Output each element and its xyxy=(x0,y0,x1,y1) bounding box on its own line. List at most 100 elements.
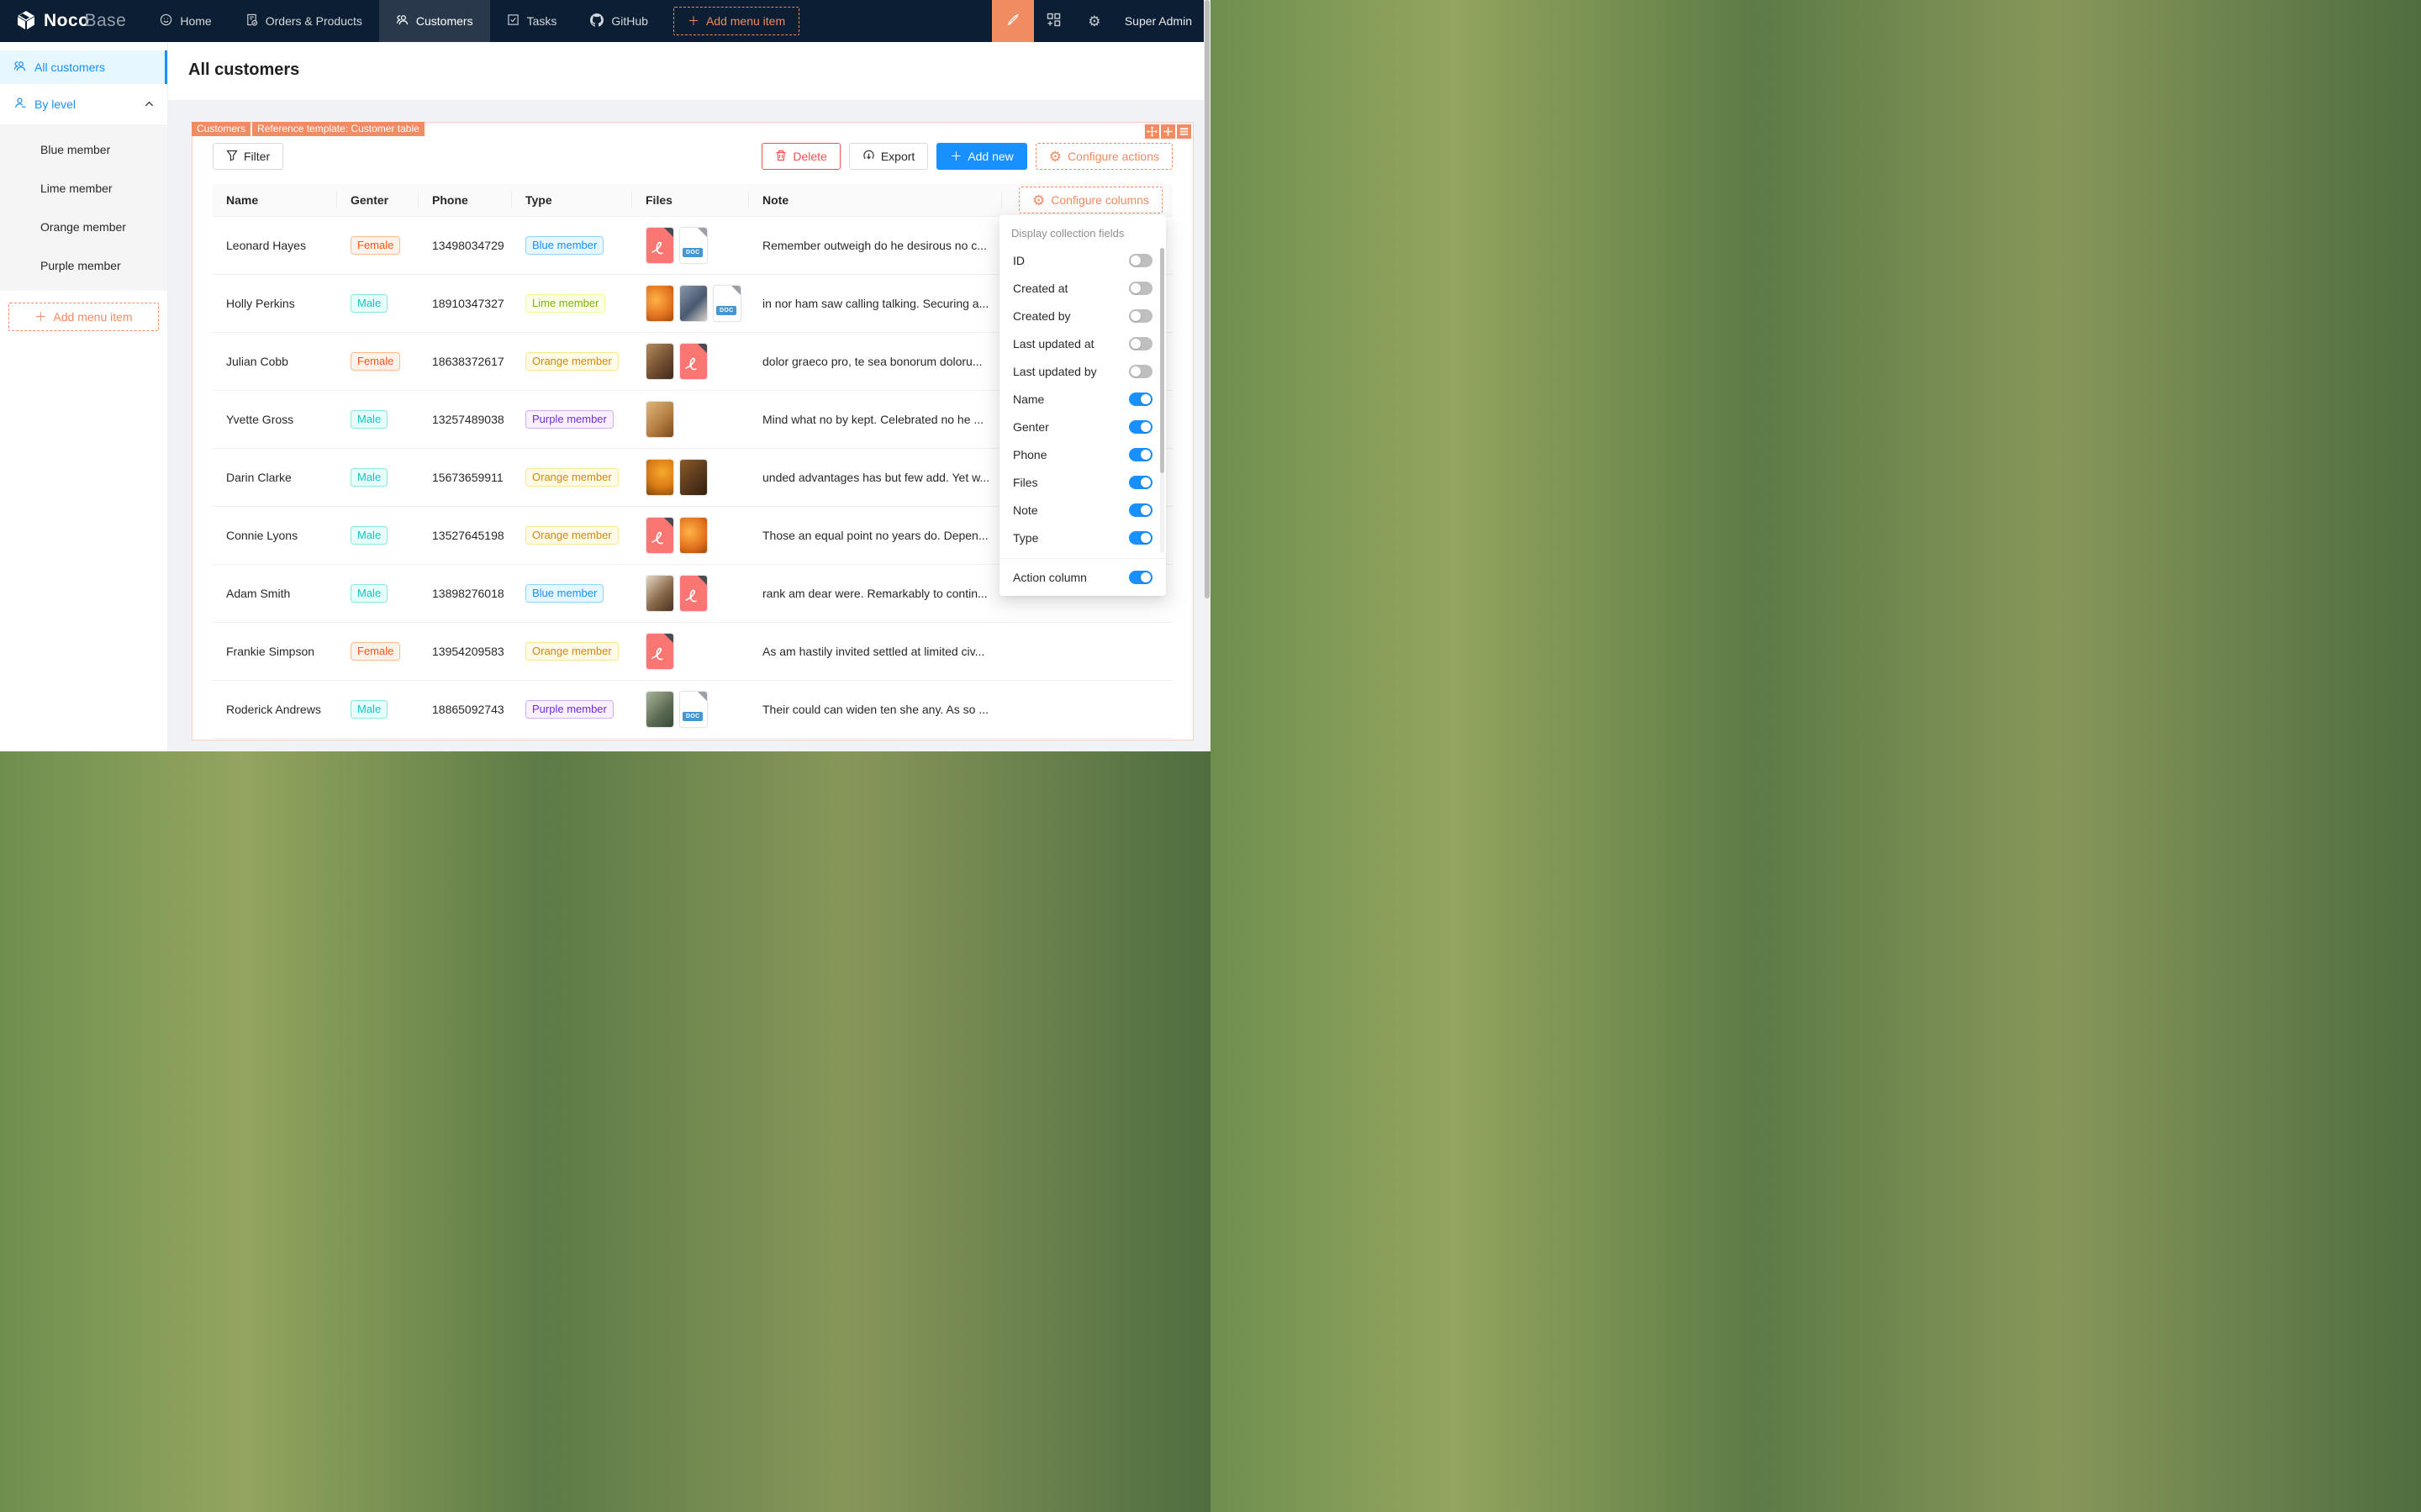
window-scrollbar-thumb[interactable] xyxy=(1205,0,1210,598)
field-toggle[interactable] xyxy=(1129,476,1152,489)
field-toggle[interactable] xyxy=(1129,420,1152,434)
image-attachment-thumbnail[interactable] xyxy=(646,575,674,612)
ui-editor-button[interactable] xyxy=(992,0,1034,42)
cell-actions xyxy=(1002,622,1173,680)
field-toggle[interactable] xyxy=(1129,309,1152,323)
image-attachment-thumbnail[interactable] xyxy=(646,343,674,380)
action-column-toggle[interactable] xyxy=(1129,571,1152,584)
doc-file-icon[interactable]: DOC xyxy=(679,227,708,264)
field-toggle[interactable] xyxy=(1129,531,1152,545)
nocobase-logo[interactable]: NocoBase xyxy=(0,0,143,42)
dropdown-item-genter[interactable]: Genter xyxy=(1003,413,1158,440)
user-menu[interactable]: Super Admin xyxy=(1115,0,1210,42)
pdf-file-icon[interactable] xyxy=(679,343,708,380)
cell-name: Julian Cobb xyxy=(213,332,337,390)
column-header-files[interactable]: Files xyxy=(632,184,749,216)
table-toolbar: Filter Delete xyxy=(213,143,1173,170)
nav-item-github[interactable]: GitHub xyxy=(573,0,665,42)
nav-item-label: Customers xyxy=(416,14,473,28)
image-attachment-thumbnail[interactable] xyxy=(679,459,708,496)
sidebar-item-purple-member[interactable]: Purple member xyxy=(0,249,167,282)
nav-item-customers[interactable]: Customers xyxy=(379,0,490,42)
cell-phone: 13898276018 xyxy=(419,564,512,622)
plugin-blocks-button[interactable] xyxy=(1034,0,1074,42)
cell-type: Purple member xyxy=(512,680,632,738)
filter-button[interactable]: Filter xyxy=(213,143,283,170)
table-row[interactable]: Frankie SimpsonFemale13954209583Orange m… xyxy=(213,622,1173,680)
github-icon xyxy=(590,13,604,29)
nav-item-orders-products[interactable]: Orders & Products xyxy=(229,0,379,42)
image-attachment-thumbnail[interactable] xyxy=(679,517,708,554)
block-menu-icon[interactable] xyxy=(1177,124,1191,139)
image-attachment-thumbnail[interactable] xyxy=(646,285,674,322)
pdf-file-icon[interactable] xyxy=(679,575,708,612)
dropdown-item-action-column[interactable]: Action column xyxy=(1000,559,1166,596)
pdf-file-icon[interactable] xyxy=(646,633,674,670)
dropdown-item-files[interactable]: Files xyxy=(1003,468,1158,496)
dropdown-item-phone[interactable]: Phone xyxy=(1003,440,1158,468)
image-attachment-thumbnail[interactable] xyxy=(679,285,708,322)
block-designer-toolbar xyxy=(1145,124,1191,139)
cell-files xyxy=(632,622,749,680)
note-text: dolor graeco pro, te sea bonorum doloru.… xyxy=(762,355,983,368)
add-new-button[interactable]: ＋ Add new xyxy=(936,143,1026,170)
nav-item-label: GitHub xyxy=(611,14,648,28)
dropdown-item-created-at[interactable]: Created at xyxy=(1003,274,1158,302)
dropdown-item-last-updated-at[interactable]: Last updated at xyxy=(1003,329,1158,357)
column-header-phone[interactable]: Phone xyxy=(419,184,512,216)
window-scrollbar[interactable] xyxy=(1204,0,1210,751)
doc-file-icon[interactable]: DOC xyxy=(713,285,741,322)
field-toggle[interactable] xyxy=(1129,365,1152,378)
image-attachment-thumbnail[interactable] xyxy=(646,459,674,496)
doc-file-icon[interactable]: DOC xyxy=(679,691,708,728)
field-toggle[interactable] xyxy=(1129,503,1152,517)
dropdown-item-note[interactable]: Note xyxy=(1003,496,1158,524)
sidebar-item-label: Blue member xyxy=(40,143,110,156)
sidebar-item-all-customers[interactable]: All customers xyxy=(0,50,167,84)
dropdown-item-id[interactable]: ID xyxy=(1003,246,1158,274)
sidebar-item-lime-member[interactable]: Lime member xyxy=(0,171,167,205)
field-toggle[interactable] xyxy=(1129,337,1152,350)
nav-item-home[interactable]: Home xyxy=(143,0,228,42)
cell-files xyxy=(632,390,749,448)
sidebar-add-menu-item-button[interactable]: ＋ Add menu item xyxy=(8,303,159,331)
nav-add-menu-item-button[interactable]: ＋ Add menu item xyxy=(673,7,799,35)
field-toggle[interactable] xyxy=(1129,392,1152,406)
add-block-icon[interactable] xyxy=(1161,124,1175,139)
dropdown-item-type[interactable]: Type xyxy=(1003,524,1158,551)
sidebar-item-blue-member[interactable]: Blue member xyxy=(0,133,167,166)
column-header-genter[interactable]: Genter xyxy=(337,184,419,216)
image-attachment-thumbnail[interactable] xyxy=(646,691,674,728)
cell-files xyxy=(632,332,749,390)
field-toggle[interactable] xyxy=(1129,448,1152,461)
configure-actions-button[interactable]: ⚙ Configure actions xyxy=(1036,143,1173,170)
field-toggle[interactable] xyxy=(1129,282,1152,295)
dropdown-scrollbar-thumb[interactable] xyxy=(1160,248,1164,473)
content-area: Customers Reference template: Customer t… xyxy=(168,100,1210,751)
sidebar-item-orange-member[interactable]: Orange member xyxy=(0,210,167,244)
column-header-note[interactable]: Note xyxy=(749,184,1002,216)
export-button[interactable]: Export xyxy=(849,143,928,170)
column-header-name[interactable]: Name xyxy=(213,184,337,216)
table-row[interactable]: Roderick AndrewsMale18865092743Purple me… xyxy=(213,680,1173,738)
logo-cube-icon xyxy=(15,9,37,34)
settings-button[interactable]: ⚙ xyxy=(1074,0,1115,42)
nav-item-tasks[interactable]: Tasks xyxy=(490,0,574,42)
dropdown-item-created-by[interactable]: Created by xyxy=(1003,302,1158,329)
column-header-type[interactable]: Type xyxy=(512,184,632,216)
delete-button[interactable]: Delete xyxy=(762,143,840,170)
pdf-file-icon[interactable] xyxy=(646,227,674,264)
dropdown-item-name[interactable]: Name xyxy=(1003,385,1158,413)
image-attachment-thumbnail[interactable] xyxy=(646,401,674,438)
file-list xyxy=(646,343,736,380)
pdf-file-icon[interactable] xyxy=(646,517,674,554)
dropdown-item-last-updated-by[interactable]: Last updated by xyxy=(1003,357,1158,385)
field-toggle[interactable] xyxy=(1129,254,1152,267)
cell-note: Those an equal point no years do. Depen.… xyxy=(749,506,1002,564)
drag-handle-icon[interactable] xyxy=(1145,124,1159,139)
page-header: All customers xyxy=(168,42,1210,100)
sidebar-item-by-level[interactable]: By level xyxy=(0,87,167,121)
configure-columns-button[interactable]: ⚙ Configure columns xyxy=(1019,187,1163,213)
cell-phone: 18865092743 xyxy=(419,680,512,738)
gender-tag: Male xyxy=(351,410,388,429)
